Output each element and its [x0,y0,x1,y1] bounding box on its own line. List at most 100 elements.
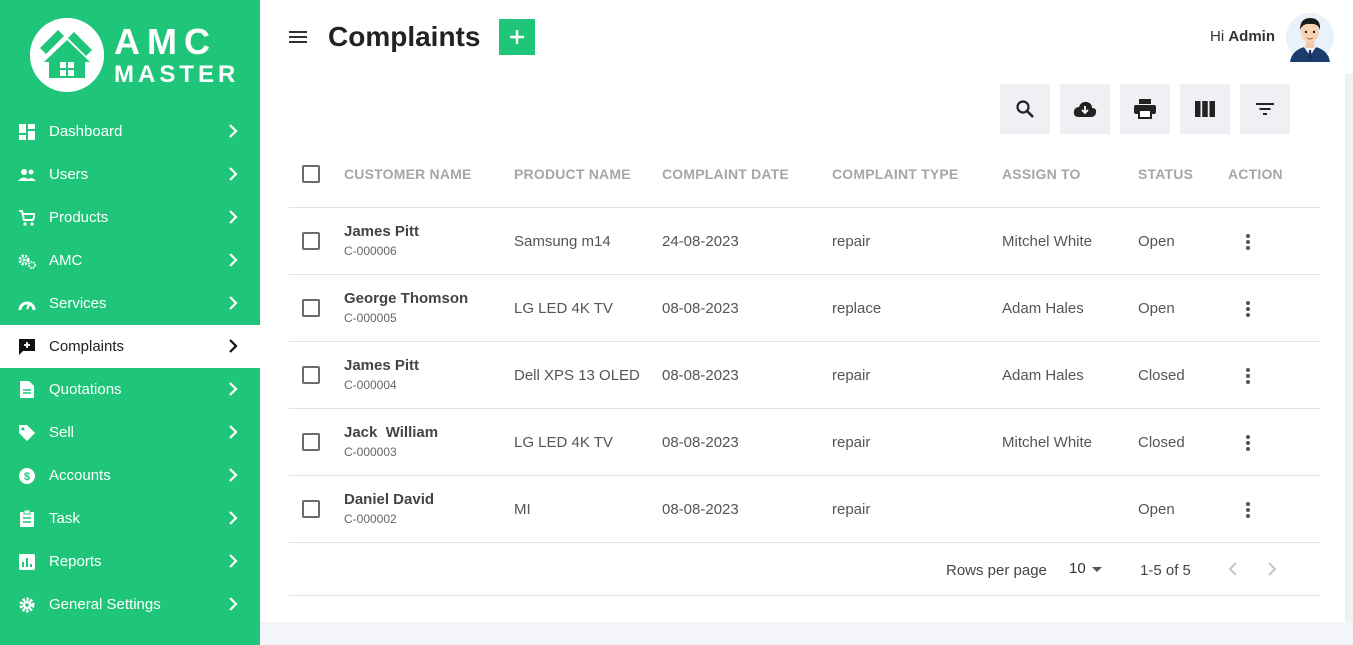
table-row[interactable]: George Thomson C-000005 LG LED 4K TV 08-… [289,275,1320,342]
sidebar-item-label: General Settings [49,596,161,613]
sidebar-item-reports[interactable]: Reports [0,540,260,583]
sidebar-item-general-settings[interactable]: General Settings [0,583,260,626]
brand-line1: AMC [114,21,217,62]
chevron-right-icon [229,511,238,525]
rows-per-page-select[interactable]: 10 [1069,558,1105,580]
customer-name: James Pitt [344,223,420,240]
rows-per-page-value: 10 [1069,560,1086,577]
sidebar-item-dashboard[interactable]: Dashboard [0,110,260,153]
row-checkbox[interactable] [302,500,320,518]
column-header-assign-to[interactable]: ASSIGN TO [1002,166,1081,182]
search-button[interactable] [1000,84,1050,134]
select-all-checkbox[interactable] [302,165,320,183]
chevron-right-icon [229,339,238,353]
sidebar-item-label: Quotations [49,381,122,398]
row-checkbox[interactable] [302,299,320,317]
customer-id: C-000004 [344,378,397,392]
assign-to: Mitchel White [1002,434,1093,451]
scrollbar[interactable] [1345,74,1353,622]
cloud-download-icon [1073,101,1097,117]
avatar[interactable] [1286,12,1334,62]
product-name: Dell XPS 13 OLED [514,367,640,384]
sidebar-item-label: Accounts [49,467,111,484]
clipboard-icon [18,510,36,528]
columns-icon [1195,101,1215,117]
caret-down-icon [1092,567,1102,572]
chart-icon [18,553,36,571]
sidebar-item-complaints[interactable]: Complaints [0,325,260,368]
column-header-complaint-type[interactable]: COMPLAINT TYPE [832,166,958,182]
complaint-date: 08-08-2023 [662,501,739,518]
complaint-type: repair [832,501,871,518]
row-actions-menu-icon[interactable] [1241,232,1255,252]
table-header: CUSTOMER NAME PRODUCT NAME COMPLAINT DAT… [289,140,1320,208]
table-toolbar [1000,84,1290,134]
sidebar-item-services[interactable]: Services [0,282,260,325]
sidebar-item-products[interactable]: Products [0,196,260,239]
print-button[interactable] [1120,84,1170,134]
customer-name: Daniel David [344,491,435,508]
user-greeting: Hi Admin [1210,28,1275,45]
row-actions-menu-icon[interactable] [1241,433,1255,453]
sidebar-item-label: Complaints [49,338,125,355]
main-content: Complaints Hi Admin CUSTOMER NAME PRODUC… [260,0,1353,622]
chevron-right-icon [229,425,238,439]
house-logo-icon [30,18,104,92]
filter-button[interactable] [1240,84,1290,134]
sidebar-item-task[interactable]: Task [0,497,260,540]
sidebar-item-users[interactable]: Users [0,153,260,196]
previous-page-button[interactable] [1225,559,1241,579]
row-actions-menu-icon[interactable] [1241,366,1255,386]
row-checkbox[interactable] [302,433,320,451]
filter-icon [1256,103,1274,115]
add-complaint-button[interactable] [499,19,535,55]
next-page-button[interactable] [1264,559,1280,579]
column-header-status[interactable]: STATUS [1138,166,1193,182]
hamburger-menu-icon[interactable] [288,28,308,46]
sidebar-item-label: Services [49,295,107,312]
assign-to: Mitchel White [1002,233,1093,250]
sidebar-item-sell[interactable]: Sell [0,411,260,454]
status: Open [1138,300,1175,317]
rows-per-page-label: Rows per page [946,562,1047,579]
chevron-right-icon [229,167,238,181]
sidebar-item-label: Sell [49,424,75,441]
search-icon [1016,100,1034,118]
print-icon [1134,99,1156,119]
table-row[interactable]: Jack William C-000003 LG LED 4K TV 08-08… [289,409,1320,476]
table-row[interactable]: Daniel David C-000002 MI 08-08-2023 repa… [289,476,1320,543]
table-row[interactable]: James Pitt C-000004 Dell XPS 13 OLED 08-… [289,342,1320,409]
product-name: MI [514,501,531,518]
greeting-prefix: Hi [1210,28,1225,45]
column-header-complaint-date[interactable]: COMPLAINT DATE [662,166,789,182]
gears-icon [18,252,36,270]
complaint-date: 24-08-2023 [662,233,739,250]
pagination-range: 1-5 of 5 [1140,562,1191,579]
tag-icon [18,424,36,442]
column-header-action: ACTION [1228,166,1283,182]
page-title: Complaints [328,21,481,52]
app-root: AMC MASTER Dashboard Users Products AMC … [0,0,1353,645]
chevron-right-icon [229,253,238,267]
assign-to: Adam Hales [1002,367,1084,384]
table-row[interactable]: James Pitt C-000006 Samsung m14 24-08-20… [289,208,1320,275]
column-header-customer-name[interactable]: CUSTOMER NAME [344,166,472,182]
sidebar-item-quotations[interactable]: Quotations [0,368,260,411]
column-header-product-name[interactable]: PRODUCT NAME [514,166,631,182]
row-actions-menu-icon[interactable] [1241,500,1255,520]
sidebar-item-label: Task [49,510,80,527]
customer-name: George Thomson [344,290,469,307]
brand-logo[interactable]: AMC MASTER [30,18,240,94]
customer-name: Jack William [344,424,439,441]
brand-line2: MASTER [114,61,240,88]
customer-id: C-000006 [344,244,397,258]
row-actions-menu-icon[interactable] [1241,299,1255,319]
dashboard-icon [18,123,36,141]
row-checkbox[interactable] [302,232,320,250]
sidebar-item-accounts[interactable]: $ Accounts [0,454,260,497]
view-columns-button[interactable] [1180,84,1230,134]
customer-id: C-000003 [344,445,397,459]
row-checkbox[interactable] [302,366,320,384]
download-button[interactable] [1060,84,1110,134]
sidebar-item-amc[interactable]: AMC [0,239,260,282]
